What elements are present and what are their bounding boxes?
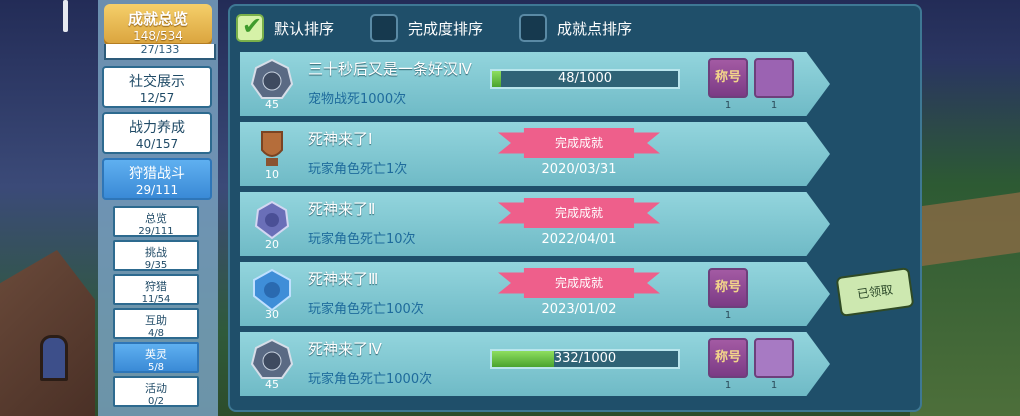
- completion-date: 2023/01/02: [541, 302, 617, 317]
- achievement-desc: 玩家角色死亡1000次: [308, 372, 433, 387]
- category-social[interactable]: 社交展示 12/57: [102, 66, 212, 108]
- subcategory-count: 0/2: [147, 396, 165, 407]
- category-power[interactable]: 战力养成 40/157: [102, 112, 212, 154]
- category-hunting[interactable]: 狩猎战斗 29/111: [102, 158, 212, 200]
- badge-icon: 45: [250, 338, 294, 390]
- sort-points-label: 成就点排序: [557, 19, 633, 38]
- reward-count: 1: [770, 380, 778, 391]
- background-pole: [63, 0, 68, 32]
- achievement-desc: 玩家角色死亡1次: [308, 162, 408, 177]
- summary-label: 成就总览: [127, 10, 188, 28]
- category-label: 狩猎战斗: [129, 166, 185, 182]
- reward-title-icon[interactable]: 称号: [708, 338, 748, 378]
- badge-icon: 45: [250, 58, 294, 110]
- badge-icon: 20: [254, 200, 290, 250]
- badge-icon: 30: [253, 268, 291, 320]
- subcategory-label: 英灵: [145, 348, 167, 361]
- achievement-desc: 玩家角色死亡100次: [308, 302, 424, 317]
- progress-text: 332/1000: [553, 351, 617, 366]
- sort-bar: ✔ 默认排序 完成度排序 成就点排序: [236, 10, 668, 46]
- reward-frame-icon[interactable]: [754, 58, 794, 98]
- background-window: [40, 335, 68, 381]
- category-label: 战力养成: [129, 120, 185, 136]
- subcategory-label: 活动: [145, 382, 167, 395]
- reward-pet-icon[interactable]: [754, 338, 794, 378]
- summary-count: 148/534: [133, 29, 183, 43]
- achievement-name: 死神来了Ⅲ: [308, 270, 379, 288]
- subcategory-count: 4/8: [147, 328, 165, 339]
- category-count: 29/111: [135, 183, 179, 197]
- badge-level: 20: [265, 238, 279, 250]
- subcategory-overview[interactable]: 总览 29/111: [113, 206, 199, 237]
- reward-title-icon[interactable]: 称号: [708, 268, 748, 308]
- reward-count: 1: [724, 380, 732, 391]
- badge-level: 45: [265, 98, 279, 110]
- check-icon: ✔: [242, 12, 263, 40]
- reward-title-label: 称号: [714, 70, 741, 85]
- sort-points-checkbox[interactable]: [519, 14, 548, 42]
- reward-count: 1: [724, 310, 732, 321]
- reward-title-label: 称号: [714, 350, 741, 365]
- progress-text: 48/1000: [557, 71, 612, 86]
- category-count: 12/57: [139, 91, 175, 105]
- badge-level: 45: [265, 378, 279, 390]
- sort-completion-label: 完成度排序: [408, 19, 484, 38]
- achievement-row[interactable]: 20 死神来了Ⅱ 玩家角色死亡10次 完成成就 2022/04/01: [240, 192, 830, 256]
- subcategory-label: 狩猎: [145, 280, 167, 293]
- achievement-name: 死神来了Ⅳ: [308, 340, 382, 358]
- reward-count: 1: [770, 100, 778, 111]
- achievement-desc: 宠物战死1000次: [308, 92, 407, 107]
- reward-count: 1: [724, 100, 732, 111]
- subcategory-count: 9/35: [144, 260, 168, 271]
- subcategory-assist[interactable]: 互助 4/8: [113, 308, 199, 339]
- achievement-row[interactable]: 30 死神来了Ⅲ 玩家角色死亡100次 完成成就 2023/01/02 称号 1: [240, 262, 830, 326]
- subcategory-count: 11/54: [141, 294, 171, 305]
- category-label: 社交展示: [129, 74, 185, 90]
- achievement-desc: 玩家角色死亡10次: [308, 232, 416, 247]
- progress-bar: 48/1000: [490, 69, 680, 89]
- sort-default-checkbox[interactable]: ✔: [236, 12, 264, 42]
- badge-icon: 10: [261, 131, 283, 180]
- subcategory-label: 挑战: [145, 246, 167, 259]
- subcategory-challenge[interactable]: 挑战 9/35: [113, 240, 199, 271]
- completion-date: 2022/04/01: [541, 232, 617, 247]
- achievement-name: 死神来了Ⅱ: [308, 200, 376, 218]
- category-count: 40/157: [135, 137, 179, 151]
- summary-button[interactable]: 成就总览 148/534: [104, 4, 212, 46]
- completed-ribbon: 完成成就: [498, 128, 660, 158]
- badge-level: 30: [265, 308, 279, 320]
- partial-category-count[interactable]: 27/133: [104, 44, 216, 60]
- achievement-row[interactable]: 45 三十秒后又是一条好汉Ⅳ 宠物战死1000次 48/1000 称号 1 1: [240, 52, 830, 116]
- subcategory-hero[interactable]: 英灵 5/8: [113, 342, 199, 373]
- badge-level: 10: [265, 168, 279, 180]
- achievement-name: 三十秒后又是一条好汉Ⅳ: [308, 60, 472, 78]
- completion-date: 2020/03/31: [541, 162, 617, 177]
- sort-completion-checkbox[interactable]: [370, 14, 399, 42]
- subcategory-label: 总览: [145, 212, 167, 225]
- background-house: [0, 250, 95, 416]
- subcategory-hunt[interactable]: 狩猎 11/54: [113, 274, 199, 305]
- achievement-name: 死神来了Ⅰ: [308, 130, 373, 148]
- sort-default-label: 默认排序: [274, 19, 335, 38]
- subcategory-event[interactable]: 活动 0/2: [113, 376, 199, 407]
- subcategory-count: 5/8: [147, 362, 165, 373]
- subcategory-label: 互助: [145, 314, 167, 327]
- reward-title-icon[interactable]: 称号: [708, 58, 748, 98]
- achievement-row[interactable]: 45 死神来了Ⅳ 玩家角色死亡1000次 332/1000 称号 1 1: [240, 332, 830, 396]
- reward-title-label: 称号: [714, 280, 741, 295]
- achievement-row[interactable]: 10 死神来了Ⅰ 玩家角色死亡1次 完成成就 2020/03/31: [240, 122, 830, 186]
- subcategory-count: 29/111: [138, 226, 174, 237]
- completed-ribbon: 完成成就: [498, 268, 660, 298]
- progress-bar: 332/1000: [490, 349, 680, 369]
- completed-ribbon: 完成成就: [498, 198, 660, 228]
